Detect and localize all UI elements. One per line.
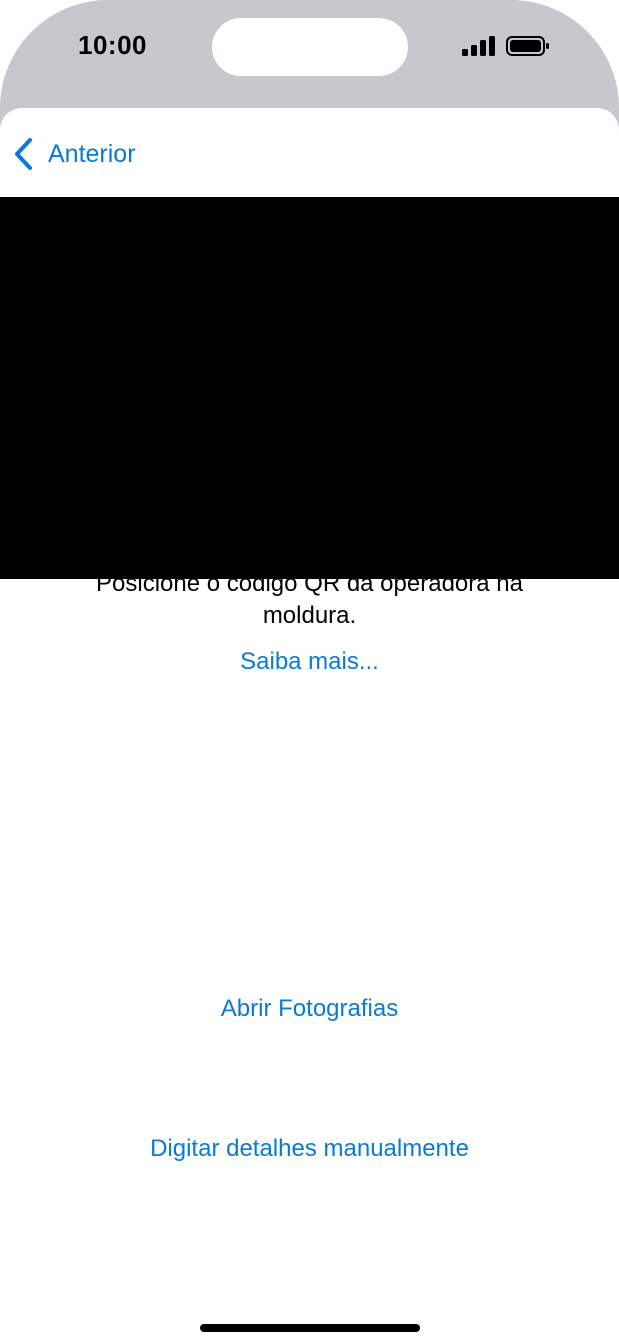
dynamic-island (212, 18, 408, 76)
enter-details-manually-button[interactable]: Digitar detalhes manualmente (0, 1135, 619, 1163)
signal-icon (462, 36, 495, 56)
home-indicator[interactable] (200, 1324, 420, 1332)
page-title: Ler código QR (164, 505, 455, 552)
back-button-label: Anterior (48, 139, 136, 168)
instructions-text: Posicione o código QR da operadora na mo… (96, 570, 523, 629)
open-photos-button[interactable]: Abrir Fotografias (0, 995, 619, 1023)
status-time: 10:00 (78, 30, 147, 60)
chevron-left-icon (15, 138, 32, 170)
battery-icon (506, 36, 549, 56)
back-button[interactable]: Anterior (12, 136, 136, 172)
learn-more-link[interactable]: Saiba mais... (0, 648, 619, 676)
